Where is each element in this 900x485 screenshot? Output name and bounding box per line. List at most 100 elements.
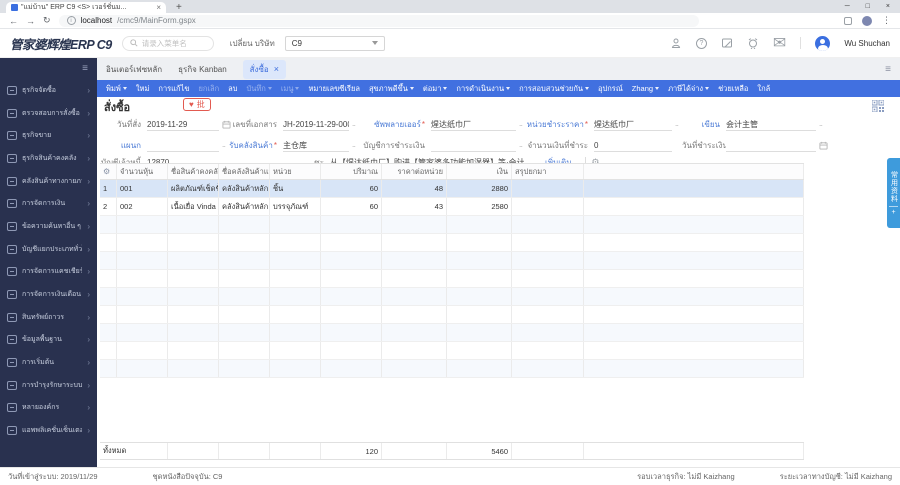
field-value[interactable] — [726, 139, 816, 152]
user-stamp-icon[interactable] — [670, 37, 682, 49]
field-value[interactable] — [431, 139, 516, 152]
field-value[interactable]: 主仓库 — [283, 139, 349, 152]
sidebar-item-cashier[interactable]: การจัดการแคชเชียร์ › — [0, 261, 97, 284]
toolbar-help-button[interactable]: ช่วยเหลือ — [718, 83, 748, 95]
help-icon[interactable]: ? — [695, 37, 707, 49]
tab-purchase-order[interactable]: สั่งซื้อ × — [242, 59, 286, 79]
field-value[interactable]: 0 — [594, 139, 672, 152]
sidebar-item-sales[interactable]: ธุรกิจขาย › — [0, 124, 97, 147]
grid-settings-gear-icon[interactable]: ⚙ — [103, 167, 110, 176]
field-label-link[interactable]: แผนก — [99, 139, 147, 152]
sidebar-item-other-queries[interactable]: ข้อความค้นหาอื่น ๆ › — [0, 215, 97, 238]
field-supplier[interactable]: ซัพพลายเออร์* 煋达纸巾厂 ... — [355, 116, 523, 132]
cell-empty — [512, 252, 584, 269]
window-close-button[interactable]: × — [886, 3, 890, 10]
mail-icon[interactable]: ✉ — [773, 33, 786, 53]
lookup-ellipsis-icon[interactable]: ... — [675, 121, 679, 128]
toolbar-joint-query-button[interactable]: การสอบสวนช่วยกัน — [519, 83, 589, 95]
browser-tab[interactable]: "แม่บ้าน" ERP C9 <S> เวอร์ชั่นม... × — [6, 2, 166, 13]
url-bar[interactable]: i localhost/cmc9/MainForm.gspx — [58, 14, 699, 27]
common-data-side-tab[interactable]: 常用资料 + — [887, 158, 900, 228]
field-value[interactable]: JH-2019-11-29-00004 — [283, 118, 349, 131]
sidebar-item-fixed-assets[interactable]: สินทรัพย์ถาวร › — [0, 306, 97, 329]
field-recv-warehouse[interactable]: รับคลังสินค้า* 主仓库 ... — [197, 137, 356, 153]
toolbar-operations-button[interactable]: การดำเนินงาน — [456, 83, 511, 95]
column-header-summary[interactable]: สรุปยกมา — [512, 164, 584, 179]
column-header-unit_price[interactable]: ราคาต่อหน่วย — [382, 164, 447, 179]
column-header-amount[interactable]: เงิน — [447, 164, 512, 179]
qr-code-icon[interactable] — [872, 100, 884, 112]
user-avatar[interactable] — [815, 35, 831, 51]
sidebar-item-base-data[interactable]: ข้อมูลพื้นฐาน › — [0, 329, 97, 352]
toolbar-zhang-button[interactable]: Zhang — [632, 84, 660, 93]
field-value[interactable]: 煋达纸巾厂 — [431, 118, 516, 131]
site-info-icon[interactable]: i — [66, 16, 76, 25]
field-maker[interactable]: เขียน 会计主管 ... — [682, 116, 823, 132]
sidebar-collapse-icon[interactable]: ≡ — [82, 63, 88, 74]
toolbar-new-button[interactable]: ใหม่ — [136, 83, 150, 95]
toolbar-delete-button[interactable]: ลบ — [228, 83, 237, 95]
company-select[interactable]: C9 — [284, 35, 385, 51]
tab-kanban[interactable]: ธุรกิจ Kanban — [178, 63, 227, 76]
sidebar-item-purchase[interactable]: ธุรกิจจัดซื้อ › — [0, 79, 97, 102]
sidebar-item-system-maintenance[interactable]: การบำรุงรักษาระบบ › — [0, 374, 97, 397]
window-maximize-button[interactable]: □ — [866, 3, 870, 10]
column-header-warehouse_name[interactable]: ชื่อคลังสินค้าแบบ... — [219, 164, 270, 179]
toolbar-tax-button[interactable]: ภาษีได้จ่าง — [668, 83, 710, 95]
alarm-icon[interactable] — [747, 37, 759, 49]
field-doc-no[interactable]: เลขที่เอกสาร JH-2019-11-29-00004 ... — [197, 116, 356, 132]
toolbar-health-button[interactable]: สุขภาพดีขึ้น — [369, 83, 414, 95]
tabbar-menu-icon[interactable]: ≡ — [885, 64, 891, 75]
form-edit-icon[interactable] — [721, 37, 733, 49]
back-icon[interactable]: ← — [9, 16, 18, 26]
field-paid-amount[interactable]: จำนวนเงินที่ชำระ 0 — [522, 137, 672, 153]
field-label-link[interactable]: หน่วยชำระราคา* — [522, 118, 594, 131]
sidebar-item-label: ข้อมูลพื้นฐาน — [22, 336, 62, 344]
toolbar-close-button[interactable]: ใกล้ — [757, 83, 770, 95]
column-header-unit[interactable]: หน่วย — [270, 164, 321, 179]
forward-icon[interactable]: → — [26, 16, 35, 26]
sidebar-item-purchase-review[interactable]: ตรวจสอบการสั่งซื้อ › — [0, 102, 97, 125]
window-minimize-button[interactable]: ─ — [845, 3, 850, 10]
lookup-ellipsis-icon[interactable]: ... — [819, 121, 823, 128]
field-payment-date[interactable]: วันที่ชำระเงิน — [682, 137, 828, 153]
column-header-product_name[interactable]: ชื่อสินค้าคงคลัง — [168, 164, 219, 179]
sidebar-item-general-ledger[interactable]: บัญชีแยกประเภททั่วไป › — [0, 238, 97, 261]
toolbar-tools-button[interactable]: อุปกรณ์ — [598, 83, 623, 95]
column-header-filler[interactable] — [584, 164, 804, 179]
column-header-rownum[interactable]: ⚙ — [100, 164, 117, 179]
table-row[interactable]: 1001ผลิตภัณฑ์เช็ดชื้นแ...คลังสินค้าหลักช… — [100, 180, 804, 198]
browser-profile-avatar[interactable] — [862, 15, 872, 26]
menu-search-input[interactable]: 请录入菜单名 — [121, 35, 214, 51]
column-header-qty[interactable]: ปริมาณ — [321, 164, 382, 179]
toolbar-serial-button[interactable]: หมายเลขซีเรียล — [308, 83, 359, 95]
tab-close-icon[interactable]: × — [274, 65, 279, 74]
sidebar-item-physical-warehouse[interactable]: คลังสินค้าทางกายภาพ › — [0, 170, 97, 193]
toolbar-print-button[interactable]: พิมพ์ — [106, 83, 127, 95]
plus-icon[interactable]: + — [889, 205, 898, 216]
sidebar-item-multi-org[interactable]: หลายองค์กร › — [0, 397, 97, 420]
field-value[interactable]: 煋达纸巾厂 — [594, 118, 672, 131]
field-label-link[interactable]: เขียน — [682, 118, 726, 131]
field-payment-unit[interactable]: หน่วยชำระราคา* 煋达纸巾厂 ... — [522, 116, 679, 132]
calendar-icon[interactable] — [819, 141, 828, 150]
tab-main-interface[interactable]: อินเตอร์เฟซหลัก — [106, 63, 162, 76]
toolbar-edit-button[interactable]: การแก้ไข — [158, 83, 189, 95]
reload-icon[interactable]: ↻ — [43, 15, 51, 26]
sidebar-item-app-center[interactable]: แอพพลิเคชั่นเซ็นเตอร์ › — [0, 419, 97, 442]
sidebar-item-inventory[interactable]: ธุรกิจสินค้าคงคลัง › — [0, 147, 97, 170]
field-label-link[interactable]: รับคลังสินค้า* — [197, 139, 283, 152]
toolbar-next-button[interactable]: ต่อมา — [423, 83, 448, 95]
field-value[interactable]: 会计主管 — [726, 118, 816, 131]
sidebar-item-startup[interactable]: การเริ่มต้น › — [0, 351, 97, 374]
field-payment-account[interactable]: บัญชีการชำระเงิน ... — [355, 137, 523, 153]
extensions-icon[interactable] — [844, 16, 852, 25]
tab-close-icon[interactable]: × — [156, 3, 161, 12]
field-label-link[interactable]: ซัพพลายเออร์* — [355, 118, 431, 131]
browser-menu-icon[interactable]: ⋮ — [882, 15, 891, 26]
sidebar-item-finance[interactable]: การจัดการเงิน › — [0, 192, 97, 215]
column-header-stock_no[interactable]: จำนวนหุ้น — [117, 164, 168, 179]
table-row[interactable]: 2 002 เนื้อเยื่อ Vinda คลังสินค้าหลัก บรรจุภ… — [100, 198, 804, 216]
new-tab-button[interactable]: + — [176, 2, 182, 13]
sidebar-item-payroll[interactable]: การจัดการเงินเดือน › — [0, 283, 97, 306]
